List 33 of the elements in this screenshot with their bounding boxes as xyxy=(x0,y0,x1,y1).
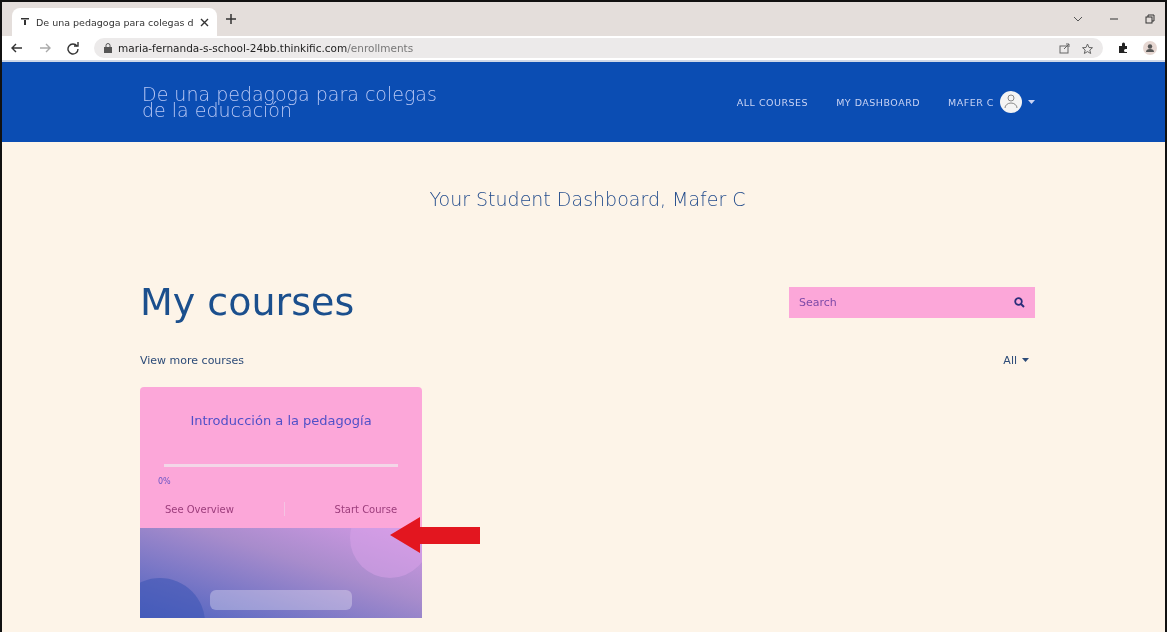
site-title[interactable]: De una pedagoga para colegas de la educación xyxy=(142,86,442,118)
course-link[interactable]: Start Course xyxy=(334,503,398,515)
close-icon[interactable] xyxy=(200,17,209,27)
nav-link[interactable]: MY DASHBOARD xyxy=(836,96,921,108)
star-icon[interactable] xyxy=(1082,42,1093,54)
profile-icon[interactable] xyxy=(1143,41,1157,55)
address-bar[interactable]: maria-fernanda-s-school-24bb.thinkific.com/enrollments xyxy=(94,38,1103,58)
filter-dropdown[interactable]: All xyxy=(1003,354,1035,367)
browser-tab[interactable]: De una pedagoga para colegas d xyxy=(12,8,217,36)
share-icon[interactable] xyxy=(1059,42,1070,54)
nav-link[interactable]: ALL COURSES xyxy=(736,96,809,108)
tab-title: De una pedagoga para colegas d xyxy=(36,16,194,28)
caret-icon[interactable] xyxy=(1028,99,1035,105)
course-link[interactable]: See Overview xyxy=(164,503,234,515)
page-icon xyxy=(20,17,30,27)
progress-label: 0% xyxy=(158,477,172,486)
avatar-icon[interactable] xyxy=(1000,91,1022,113)
url-text: maria-fernanda-s-school-24bb.thinkific.com/enrollments xyxy=(118,42,414,54)
chevron-down-icon[interactable] xyxy=(1073,14,1083,24)
user-menu[interactable]: MAFER C xyxy=(948,96,994,108)
view-more-link[interactable]: View more courses xyxy=(140,354,245,367)
dashboard-title: Your Student Dashboard, Mafer C xyxy=(428,188,747,210)
reload-icon[interactable] xyxy=(66,41,80,55)
puzzle-icon[interactable] xyxy=(1117,42,1129,54)
caret-icon xyxy=(1022,358,1029,363)
new-tab-icon[interactable] xyxy=(225,13,237,25)
page-heading: My courses xyxy=(140,280,355,324)
search-field[interactable]: Search xyxy=(789,286,1035,318)
lock-icon xyxy=(104,43,112,53)
course-title[interactable]: Introducción a la pedagogía xyxy=(140,387,422,428)
restore-icon[interactable] xyxy=(1145,14,1155,24)
search-icon[interactable] xyxy=(1014,296,1025,308)
back-icon[interactable] xyxy=(10,41,24,55)
